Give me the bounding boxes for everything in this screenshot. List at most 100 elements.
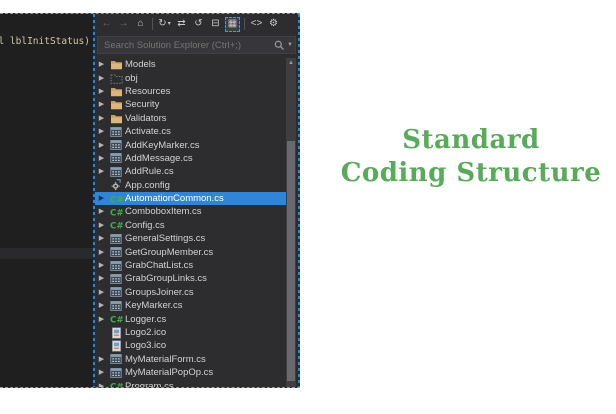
expand-arrow-icon[interactable]: ▶: [95, 383, 108, 387]
tree-item-label: Logo2.ico: [124, 327, 166, 338]
tree-item[interactable]: Logo2.ico: [95, 326, 286, 339]
tree-item[interactable]: ▶C#Config.cs: [95, 219, 286, 232]
expand-arrow-icon[interactable]: ▶: [95, 142, 108, 149]
expand-arrow-icon[interactable]: ▶: [95, 302, 108, 309]
winform-icon: [108, 233, 124, 245]
expand-arrow-icon[interactable]: ▶: [95, 168, 108, 175]
tree-item[interactable]: ▶C#AutomationCommon.cs: [95, 192, 286, 205]
tree-item-label: Security: [124, 99, 159, 110]
search-box[interactable]: ▼: [97, 36, 296, 54]
expand-arrow-icon[interactable]: ▶: [95, 249, 108, 256]
file-tree: ▶Models▶obj▶Resources▶Security▶Validator…: [95, 58, 286, 387]
tree-item[interactable]: ▶Validators: [95, 112, 286, 125]
tree-item[interactable]: ▶Activate.cs: [95, 125, 286, 138]
tree-item[interactable]: ▶ GrabGroupLinks.cs: [95, 272, 286, 285]
tree-item-label: GrabGroupLinks.cs: [124, 273, 207, 284]
capture-right-border: [298, 14, 300, 387]
expand-arrow-icon[interactable]: ▶: [95, 222, 108, 229]
tree-item-label: AddRule.cs: [124, 166, 174, 177]
tree-item[interactable]: ▶GetGroupMember.cs: [95, 245, 286, 258]
tree-item-label: GrabChatList.cs: [124, 260, 193, 271]
tree-item[interactable]: ▶ GeneralSettings.cs: [95, 232, 286, 245]
dropdown-caret-icon[interactable]: ▾: [168, 21, 171, 27]
tree-item[interactable]: ▶C#Logger.cs: [95, 312, 286, 325]
winform-icon: [108, 286, 124, 298]
tree-item[interactable]: ▶C#Program.cs: [95, 379, 286, 387]
expand-arrow-icon[interactable]: ▶: [95, 316, 108, 323]
expand-arrow-icon[interactable]: ▶: [95, 75, 108, 82]
refresh-icon[interactable]: ↺: [191, 17, 206, 32]
winform-icon: [108, 300, 124, 312]
expand-arrow-icon[interactable]: ▶: [95, 195, 108, 202]
expand-arrow-icon[interactable]: ▶: [95, 88, 108, 95]
tree-item[interactable]: ▶ AddRule.cs: [95, 165, 286, 178]
winform-icon: [108, 126, 124, 138]
tree-item[interactable]: App.config: [95, 179, 286, 192]
collapse-all-icon[interactable]: ⊟: [208, 17, 223, 32]
expand-arrow-icon[interactable]: ▶: [95, 262, 108, 269]
tree-item-label: Program.cs: [124, 381, 174, 387]
vertical-scrollbar[interactable]: ▲: [286, 58, 296, 387]
tree-item[interactable]: ▶KeyMarker.cs: [95, 299, 286, 312]
expand-arrow-icon[interactable]: ▶: [95, 61, 108, 68]
image-icon: [108, 340, 124, 352]
page: el lblInitStatus) ←→⌂ ↻▾⇄↺⊟▦ <>⚙ ▼ ▶ Models…: [0, 0, 616, 414]
sync-with-active-document-icon[interactable]: ↻▾: [157, 17, 172, 32]
expand-arrow-icon[interactable]: ▶: [95, 356, 108, 363]
csharp-icon: C#: [108, 193, 124, 205]
expand-arrow-icon[interactable]: ▶: [95, 115, 108, 122]
headline-line2: Coding Structure: [326, 157, 616, 190]
expand-arrow-icon[interactable]: ▶: [95, 208, 108, 215]
view-code-icon[interactable]: <>: [249, 17, 264, 32]
chevron-down-icon[interactable]: ▼: [287, 42, 293, 48]
toolbar-separator: [152, 18, 153, 30]
tree-item[interactable]: ▶MyMaterialPopOp.cs: [95, 366, 286, 379]
tree-item[interactable]: ▶C#ComboboxItem.cs: [95, 205, 286, 218]
editor-divider-band: [0, 248, 93, 259]
solution-explorer-panel: ←→⌂↻▾⇄↺⊟▦<>⚙ ▼ ▶Models▶obj▶Resources▶Sec…: [95, 14, 298, 387]
tree-item[interactable]: ▶obj: [95, 71, 286, 84]
folder-icon: [108, 86, 124, 97]
expand-arrow-icon[interactable]: ▶: [95, 155, 108, 162]
tree-item[interactable]: ▶ Resources: [95, 85, 286, 98]
tree-item[interactable]: ▶ GrabChatList.cs: [95, 259, 286, 272]
tree-item[interactable]: ▶AddKeyMarker.cs: [95, 138, 286, 151]
home-icon[interactable]: ⌂: [133, 17, 148, 32]
tree-item[interactable]: ▶MyMaterialForm.cs: [95, 353, 286, 366]
tree-item-label: GeneralSettings.cs: [124, 233, 205, 244]
scrollbar-thumb[interactable]: [287, 141, 295, 381]
back-icon[interactable]: ←: [99, 17, 114, 32]
expand-arrow-icon[interactable]: ▶: [95, 101, 108, 108]
solution-explorer-toolbar: ←→⌂ ↻▾⇄↺⊟▦ <>⚙: [95, 14, 298, 34]
expand-arrow-icon[interactable]: ▶: [95, 289, 108, 296]
expand-arrow-icon[interactable]: ▶: [95, 235, 108, 242]
winform-icon: [108, 353, 124, 365]
svg-text:C#: C#: [110, 195, 123, 205]
search-row: ▼: [95, 34, 298, 56]
tree-item-label: Logo3.ico: [124, 340, 166, 351]
properties-wrench-icon[interactable]: ⚙: [266, 17, 281, 32]
scroll-up-arrow-icon[interactable]: ▲: [286, 59, 296, 67]
screenshot-capture-region: el lblInitStatus) ←→⌂ ↻▾⇄↺⊟▦ <>⚙ ▼ ▶ Models…: [0, 13, 300, 388]
svg-text:C#: C#: [110, 382, 123, 387]
forward-icon[interactable]: →: [116, 17, 131, 32]
code-fragment: el lblInitStatus): [0, 36, 90, 47]
tree-item-label: Models: [124, 59, 156, 70]
tree-item[interactable]: ▶ Models: [95, 58, 286, 71]
tree-item[interactable]: Logo3.ico: [95, 339, 286, 352]
winform-icon: [108, 273, 124, 285]
svg-text:C#: C#: [110, 222, 123, 232]
show-all-files-icon[interactable]: ▦: [225, 17, 240, 32]
csharp-icon: C#: [108, 380, 124, 387]
expand-arrow-icon[interactable]: ▶: [95, 128, 108, 135]
search-input[interactable]: [102, 39, 273, 52]
tree-item[interactable]: ▶GroupsJoiner.cs: [95, 286, 286, 299]
tree-item-label: Resources: [124, 86, 170, 97]
magnifier-icon[interactable]: [273, 39, 285, 51]
expand-arrow-icon[interactable]: ▶: [95, 369, 108, 376]
tree-item[interactable]: ▶ Security: [95, 98, 286, 111]
switch-views-icon[interactable]: ⇄: [174, 17, 189, 32]
folder-icon: [108, 99, 124, 110]
tree-item[interactable]: ▶AddMessage.cs: [95, 152, 286, 165]
expand-arrow-icon[interactable]: ▶: [95, 275, 108, 282]
